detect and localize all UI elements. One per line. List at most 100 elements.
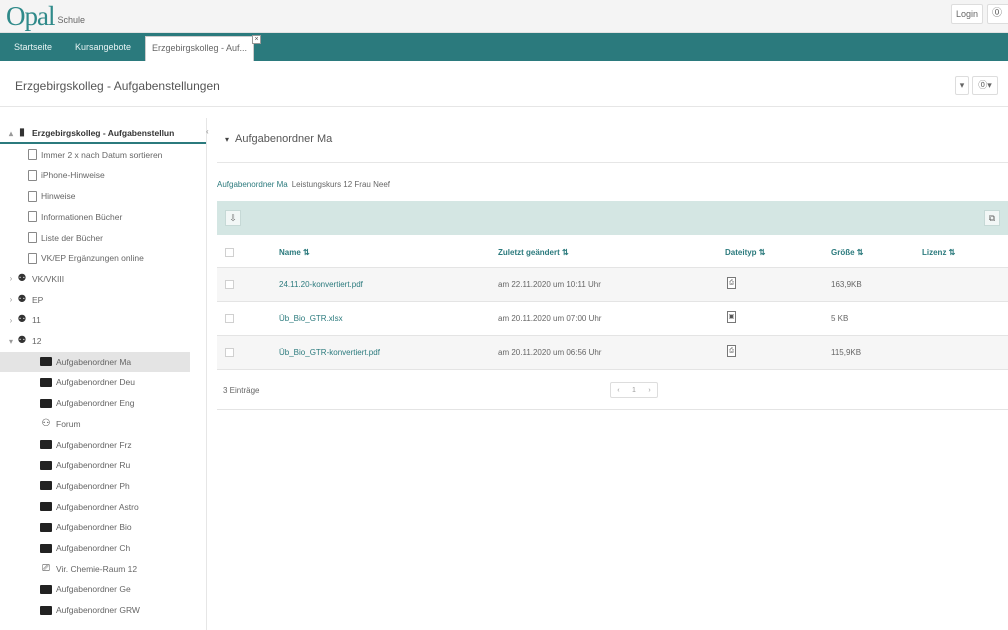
sidebar-item[interactable]: iPhone-Hinweise (0, 165, 206, 185)
sidebar-item[interactable]: Aufgabenordner Ma (0, 351, 190, 372)
sidebar-item[interactable]: › ⚉ VK/VKIII (0, 269, 206, 289)
row-checkbox[interactable] (225, 314, 234, 323)
close-icon[interactable]: × (252, 35, 261, 44)
bookmark-dropdown-button[interactable]: ▾ (955, 76, 969, 95)
sidebar-collapse-icon[interactable]: ‹ (206, 127, 209, 136)
row-checkbox[interactable] (225, 348, 234, 357)
tab-kursangebote[interactable]: Kursangebote (75, 33, 131, 61)
sidebar-item[interactable]: Aufgabenordner Astro (0, 497, 206, 517)
sidebar-item-label: Immer 2 x nach Datum sortieren (41, 149, 163, 160)
folder-icon (40, 605, 52, 615)
sidebar-item[interactable]: VK/EP Ergänzungen online (0, 248, 206, 268)
column-name[interactable]: Name ⇅ (279, 248, 310, 257)
file-type-icon: ⎙ (727, 345, 736, 357)
forum-icon: ⚇ (41, 417, 51, 429)
file-type-icon: ▣ (727, 311, 736, 323)
table-footer: 3 Einträge ‹ 1 › (217, 370, 1008, 410)
page-header: Erzgebirgskolleg - Aufgabenstellungen ▾ … (0, 61, 1008, 107)
entry-count: 3 Einträge (223, 386, 260, 395)
sidebar-item[interactable]: ⎚ Vir. Chemie-Raum 12 (0, 559, 206, 579)
folder-icon (40, 398, 52, 408)
sidebar-item-label: Vir. Chemie-Raum 12 (56, 563, 138, 574)
folder-title[interactable]: ▾ Aufgabenordner Ma (225, 133, 332, 145)
sidebar-item[interactable]: Aufgabenordner Frz (0, 435, 206, 455)
file-modified: am 20.11.2020 um 06:56 Uhr (498, 348, 602, 357)
caret-down-icon: ▾ (225, 135, 230, 144)
sidebar-item[interactable]: Aufgabenordner GRW (0, 600, 206, 620)
tab-course[interactable]: Erzgebirgskolleg - Auf... (145, 36, 255, 61)
folder-icon (40, 357, 52, 367)
top-bar: Opal Schule Login ⓪ (0, 0, 1008, 33)
select-all-checkbox[interactable] (225, 248, 234, 257)
sidebar-item[interactable]: ▾ ⚉ 12 (0, 331, 206, 351)
structure-icon: ⚉ (17, 335, 27, 346)
course-tree: ▴ ▮ Erzgebirgskolleg - Aufgabenstellun Imme… (0, 118, 207, 630)
sidebar-item-label: VK/VKIII (32, 273, 65, 284)
sidebar-item[interactable]: › ⚉ EP (0, 290, 206, 310)
sidebar-item-label: Informationen Bücher (41, 211, 123, 222)
sidebar-item[interactable]: Immer 2 x nach Datum sortieren (0, 145, 206, 165)
file-name-link[interactable]: 24.11.20-konvertiert.pdf (279, 280, 363, 289)
folder-icon (40, 584, 52, 594)
structure-icon: ⚉ (17, 314, 27, 326)
sidebar-item-label: Aufgabenordner Ch (56, 543, 131, 553)
description-link[interactable]: Aufgabenordner Ma (217, 180, 288, 189)
structure-icon: ⚉ (17, 272, 27, 284)
next-page-icon[interactable]: › (648, 387, 650, 394)
sidebar-item[interactable]: Aufgabenordner Ge (0, 579, 206, 599)
document-icon (28, 252, 37, 264)
upload-icon[interactable]: ⇩ (225, 210, 241, 226)
table-header: Name ⇅ Zuletzt geändert ⇅ Dateityp ⇅ Grö… (217, 236, 1008, 268)
folder-title-text: Aufgabenordner Ma (235, 133, 333, 145)
sidebar-item[interactable]: Aufgabenordner Ch (0, 538, 206, 558)
table-row[interactable]: Üb_Bio_GTR.xlsx am 20.11.2020 um 07:00 Uh… (217, 302, 1008, 336)
login-button[interactable]: Login (951, 4, 983, 24)
sidebar-item[interactable]: Aufgabenordner Bio (0, 517, 206, 537)
sidebar-item[interactable]: Aufgabenordner Ru (0, 455, 206, 475)
pagination: ‹ 1 › (610, 382, 658, 398)
sidebar-item[interactable]: Liste der Bücher (0, 228, 206, 248)
sidebar-item[interactable]: Hinweise (0, 186, 206, 206)
row-checkbox[interactable] (225, 280, 234, 289)
sidebar-item[interactable]: Aufgabenordner Ph (0, 476, 206, 496)
sidebar-item-label: Aufgabenordner Ph (56, 480, 130, 491)
chevron-right-icon[interactable]: › (6, 274, 16, 283)
column-modified[interactable]: Zuletzt geändert ⇅ (498, 248, 569, 257)
help-circle-icon[interactable]: ⓪ (987, 4, 1008, 24)
sidebar-item[interactable]: Aufgabenordner Eng (0, 393, 206, 413)
chevron-down-icon[interactable]: ▴ (6, 129, 16, 138)
sidebar-item[interactable]: Informationen Bücher (0, 207, 206, 227)
prev-page-icon[interactable]: ‹ (617, 387, 619, 394)
sidebar-item-label: Aufgabenordner Eng (56, 398, 135, 409)
file-size: 5 KB (831, 314, 849, 323)
folder-icon (40, 481, 52, 491)
opal-logo[interactable]: Opal Schule (6, 2, 85, 30)
table-row[interactable]: Üb_Bio_GTR-konvertiert.pdf am 20.11.2020 … (217, 336, 1008, 370)
copy-icon[interactable]: ⧉ (984, 210, 1000, 226)
file-name-link[interactable]: Üb_Bio_GTR-konvertiert.pdf (279, 348, 380, 357)
column-license[interactable]: Lizenz ⇅ (922, 248, 955, 257)
structure-icon: ⚉ (17, 293, 27, 305)
tab-startseite[interactable]: Startseite (14, 33, 52, 61)
sidebar-item-label: Aufgabenordner Ge (56, 584, 131, 595)
description-text: Leistungskurs 12 Frau Neef (291, 180, 390, 189)
table-row[interactable]: 24.11.20-konvertiert.pdf am 22.11.2020 um… (217, 268, 1008, 302)
chevron-down-icon[interactable]: ▾ (6, 337, 16, 346)
page-number[interactable]: 1 (632, 387, 636, 394)
chevron-right-icon[interactable]: › (6, 316, 16, 325)
file-name-link[interactable]: Üb_Bio_GTR.xlsx (279, 314, 343, 323)
chevron-right-icon[interactable]: › (6, 295, 16, 304)
folder-icon (40, 440, 52, 449)
file-toolbar: ⇩ ⧉ (217, 201, 1008, 235)
file-size: 115,9KB (831, 348, 862, 357)
logo-subtitle: Schule (57, 15, 86, 25)
help-dropdown-button[interactable]: ⓪▾ (972, 76, 998, 95)
file-modified: am 20.11.2020 um 07:00 Uhr (498, 314, 602, 323)
column-size[interactable]: Größe ⇅ (831, 248, 863, 257)
document-icon (28, 211, 37, 223)
sidebar-item[interactable]: ⚇ Forum (0, 414, 206, 434)
sidebar-item[interactable]: ▴ ▮ Erzgebirgskolleg - Aufgabenstellun (0, 124, 206, 144)
sidebar-item[interactable]: › ⚉ 11 (0, 310, 206, 330)
sidebar-item[interactable]: Aufgabenordner Deu (0, 372, 206, 392)
column-filetype[interactable]: Dateityp ⇅ (725, 248, 766, 257)
